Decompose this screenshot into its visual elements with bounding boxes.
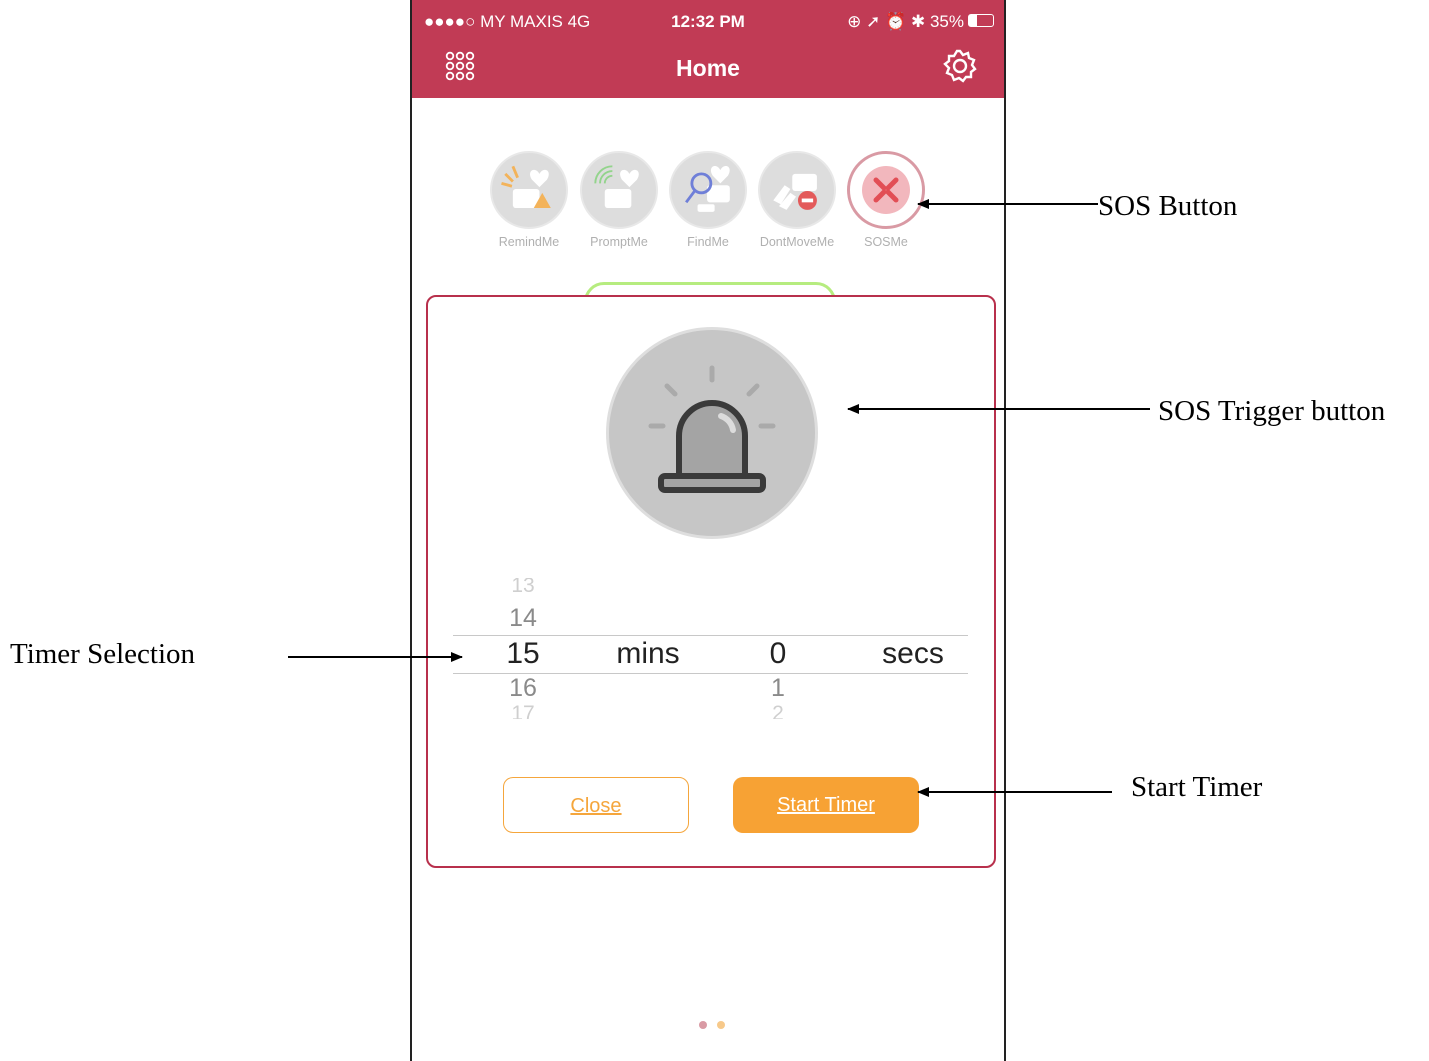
annotation-arrows	[288, 199, 1150, 797]
